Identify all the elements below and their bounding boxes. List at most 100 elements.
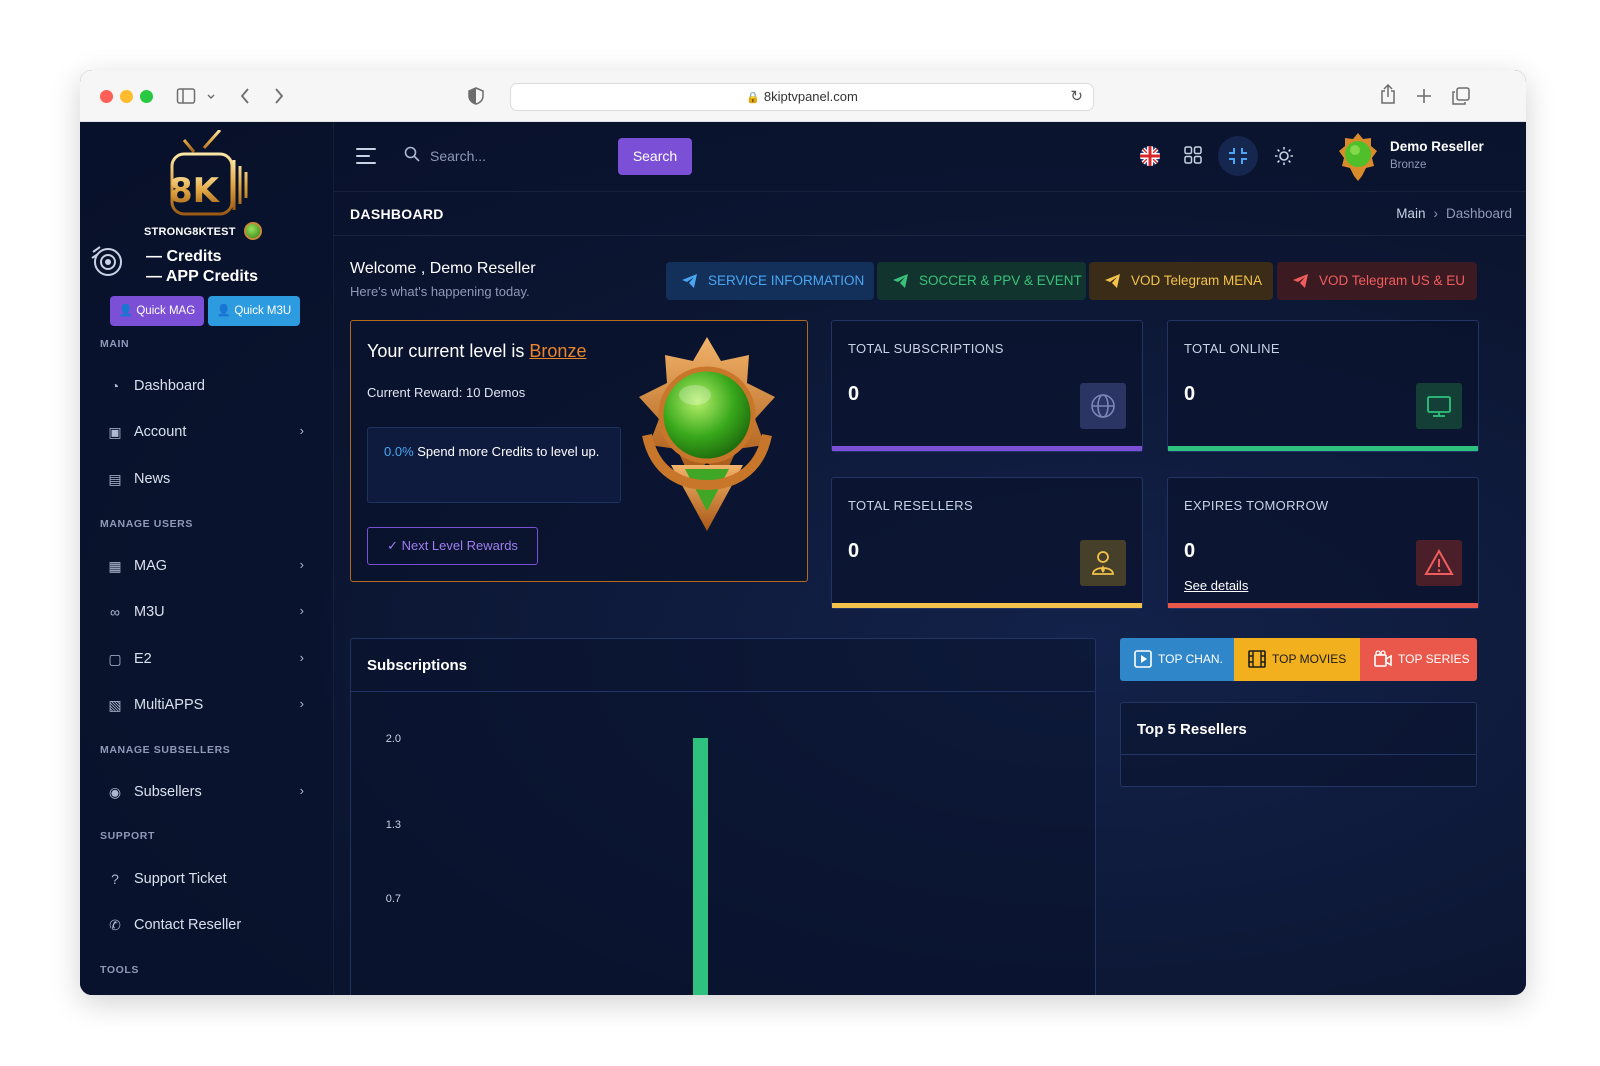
new-tab-icon[interactable]: [1416, 88, 1432, 104]
sidebar-item-label: E2: [134, 651, 152, 667]
vod-telegram-us-eu-button[interactable]: VOD Telegram US & EU: [1277, 262, 1477, 300]
chevron-down-icon[interactable]: [206, 92, 216, 102]
play-icon: [1134, 650, 1152, 668]
maximize-window-button[interactable]: [140, 90, 153, 103]
menu-toggle-icon[interactable]: [356, 148, 376, 164]
account-icon: ▣: [108, 424, 122, 440]
phone-icon: ✆: [109, 917, 121, 933]
sidebar-toggle-icon[interactable]: [176, 86, 196, 106]
brand-name: STRONG8KTEST: [144, 226, 236, 238]
user-name[interactable]: Demo Reseller: [1390, 139, 1484, 154]
sidebar-item-m3u[interactable]: ∞ M3U ›: [100, 594, 314, 630]
close-window-button[interactable]: [100, 90, 113, 103]
sidebar-item-news[interactable]: ▤ News: [100, 461, 314, 497]
privacy-shield-icon[interactable]: [468, 87, 484, 105]
soccer-ppv-event-button[interactable]: SOCCER & PPV & EVENT: [877, 262, 1086, 300]
back-icon[interactable]: [238, 87, 252, 105]
expires-tomorrow-card: EXPIRES TOMORROW 0 See details: [1167, 477, 1479, 609]
y-tick-label: 1.3: [386, 819, 401, 831]
tab-top-movies[interactable]: TOP MOVIES: [1234, 638, 1360, 681]
next-level-rewards-label: Next Level Rewards: [401, 538, 518, 553]
url-text: 8kiptvpanel.com: [763, 89, 858, 104]
tab-top-series[interactable]: TOP SERIES: [1360, 638, 1477, 681]
tabs-overview-icon[interactable]: [1452, 87, 1470, 105]
stat-bar: [1168, 446, 1478, 451]
minimize-window-button[interactable]: [120, 90, 133, 103]
sidebar-item-account[interactable]: ▣ Account ›: [100, 414, 314, 450]
telegram-icon: [1105, 274, 1120, 288]
nav-section-tools: TOOLS: [100, 964, 139, 976]
total-resellers-card: TOTAL RESELLERS 0: [831, 477, 1143, 609]
page-header: DASHBOARD Main › Dashboard: [334, 194, 1526, 236]
service-information-button[interactable]: SERVICE INFORMATION: [666, 262, 874, 300]
subscriptions-chart: 2.0 1.3 0.7: [386, 733, 708, 995]
browser-titlebar: 🔒 8kiptvpanel.com ↻: [80, 70, 1526, 122]
user-avatar[interactable]: [1338, 132, 1378, 182]
telegram-icon: [682, 274, 697, 288]
chevron-right-icon: ›: [299, 696, 304, 711]
soccer-ppv-event-label: SOCCER & PPV & EVENT: [919, 273, 1082, 288]
sidebar-item-e2[interactable]: ▢ E2 ›: [100, 641, 314, 677]
vod-telegram-us-eu-label: VOD Telegram US & EU: [1319, 273, 1466, 288]
sidebar-item-contact-reseller[interactable]: ✆ Contact Reseller: [100, 907, 314, 943]
stat-bar: [832, 603, 1142, 608]
stat-title: TOTAL SUBSCRIPTIONS: [848, 341, 1004, 356]
globe-icon: [1080, 383, 1126, 429]
browser-window: 🔒 8kiptvpanel.com ↻ 8K STRONG8KTEST — Cr…: [80, 70, 1526, 995]
see-details-link[interactable]: See details: [1184, 578, 1248, 593]
search-input[interactable]: [430, 140, 610, 172]
subscriptions-title: Subscriptions: [367, 657, 468, 674]
next-level-rewards-button[interactable]: ✓ Next Level Rewards: [367, 527, 538, 565]
share-icon[interactable]: [1380, 84, 1396, 104]
tab-top-channels[interactable]: TOP CHAN.: [1120, 638, 1234, 681]
level-card: Your current level is Bronze Current Rew…: [350, 320, 808, 582]
chevron-right-icon: ›: [299, 557, 304, 572]
quick-m3u-label: Quick M3U: [234, 305, 292, 317]
service-information-label: SERVICE INFORMATION: [708, 273, 865, 288]
sidebar-item-mag[interactable]: ▦ MAG ›: [100, 548, 314, 584]
vod-telegram-mena-button[interactable]: VOD Telegram MENA: [1089, 262, 1273, 300]
sidebar-item-label: MultiAPPS: [134, 697, 204, 713]
app-credits-label: — APP Credits: [146, 268, 259, 285]
stat-value: 0: [848, 383, 860, 405]
user-circle-icon: ◉: [108, 784, 122, 800]
chevron-right-icon: ›: [299, 603, 304, 618]
sidebar-item-subsellers[interactable]: ◉ Subsellers ›: [100, 774, 314, 810]
tab-top-channels-label: TOP CHAN.: [1158, 652, 1223, 666]
quick-mag-button[interactable]: 👤 Quick MAG: [110, 296, 204, 326]
stat-title: TOTAL RESELLERS: [848, 498, 973, 513]
chevron-right-icon: ›: [299, 783, 304, 798]
lock-icon: 🔒: [746, 92, 760, 104]
reload-icon[interactable]: ↻: [1070, 84, 1083, 110]
page-title: DASHBOARD: [350, 206, 444, 222]
brand-logo[interactable]: 8K: [164, 130, 254, 226]
sidebar-item-support-ticket[interactable]: ? Support Ticket: [100, 861, 314, 897]
stat-value: 0: [848, 540, 860, 562]
apps-grid-icon[interactable]: [1184, 146, 1202, 164]
fullscreen-exit-icon[interactable]: [1218, 136, 1258, 176]
breadcrumb-separator: ›: [1433, 206, 1438, 221]
theme-toggle-icon[interactable]: [1274, 146, 1294, 166]
news-icon: ▤: [108, 471, 122, 487]
nav-section-manage-subsellers: MANAGE SUBSELLERS: [100, 744, 231, 756]
sidebar-item-multiapps[interactable]: ▧ MultiAPPS ›: [100, 687, 314, 723]
total-online-card: TOTAL ONLINE 0: [1167, 320, 1479, 452]
stat-title: TOTAL ONLINE: [1184, 341, 1280, 356]
quick-m3u-button[interactable]: 👤 Quick M3U: [208, 296, 300, 326]
stat-value: 0: [1184, 383, 1196, 405]
address-bar[interactable]: 🔒 8kiptvpanel.com ↻: [510, 83, 1094, 111]
sidebar-item-label: MAG: [134, 558, 168, 574]
sidebar-item-dashboard[interactable]: ◔ Dashboard: [100, 368, 314, 404]
search-button[interactable]: Search: [618, 138, 692, 175]
camera-icon[interactable]: [90, 244, 124, 278]
nav-section-manage-users: MANAGE USERS: [100, 518, 193, 530]
chart-bar[interactable]: [693, 738, 708, 995]
warning-icon: [1416, 540, 1462, 586]
forward-icon[interactable]: [272, 87, 286, 105]
uk-flag-icon[interactable]: [1140, 146, 1160, 166]
app-root: 8K STRONG8KTEST — Credits — APP Credits …: [80, 122, 1526, 995]
stat-value: 0: [1184, 540, 1196, 562]
breadcrumb-main[interactable]: Main: [1396, 206, 1425, 221]
user-tie-icon: [1080, 540, 1126, 586]
level-name-link[interactable]: Bronze: [529, 341, 586, 361]
